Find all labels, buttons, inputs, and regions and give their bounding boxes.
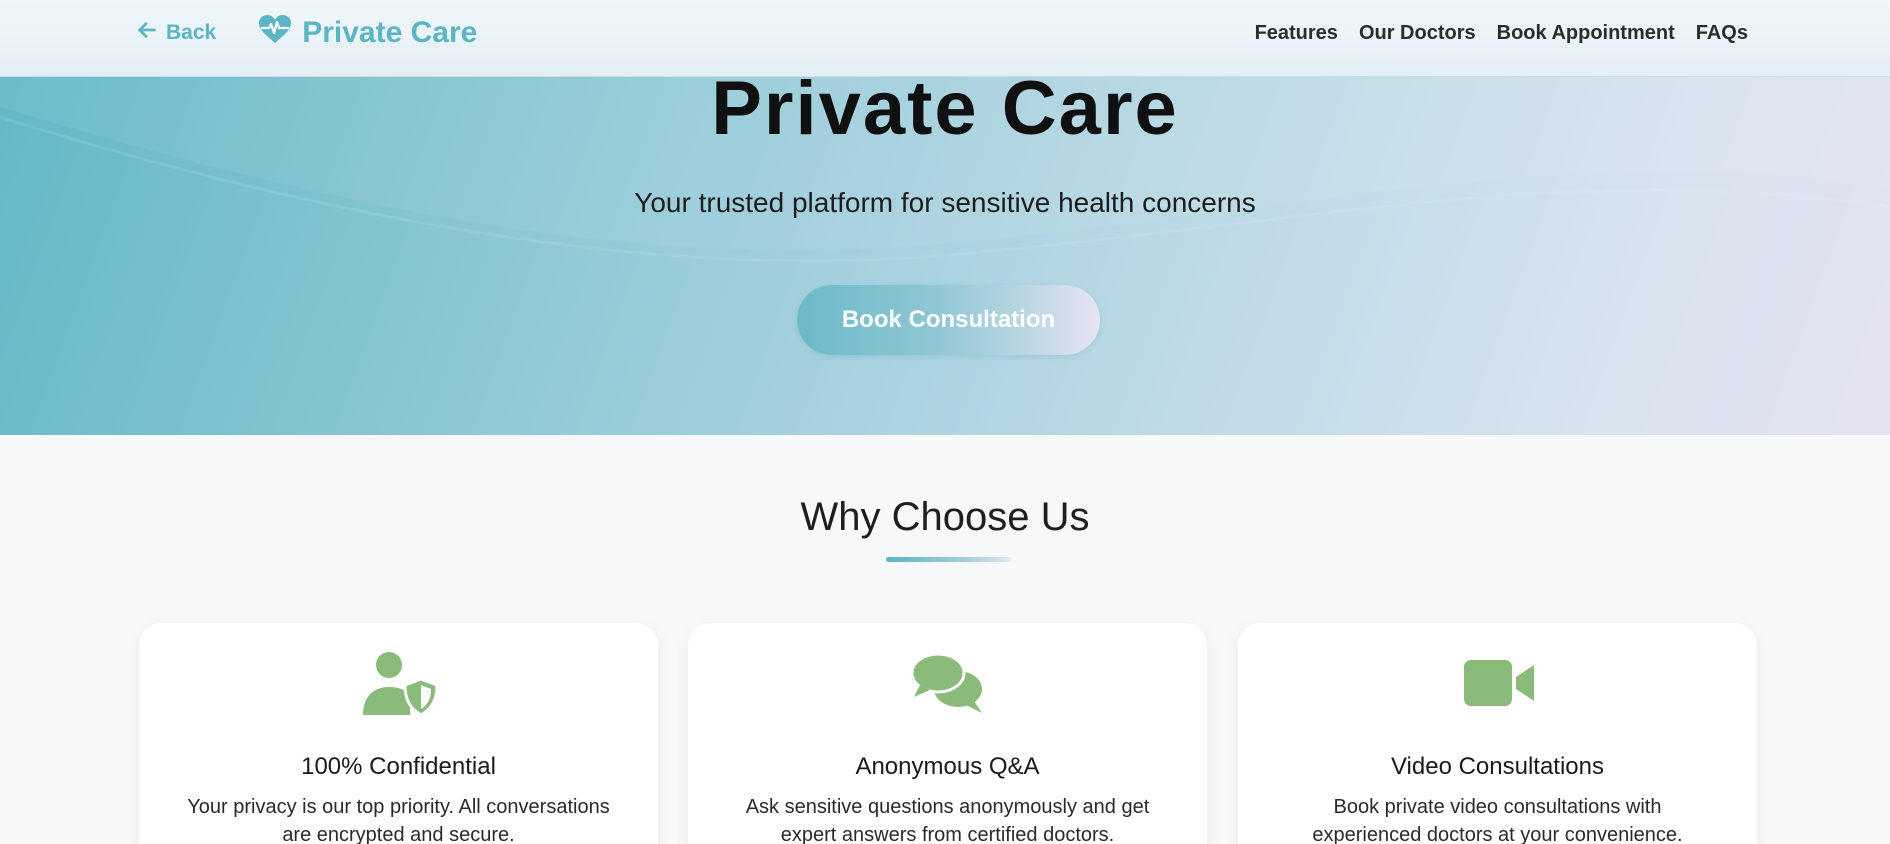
feature-title: Anonymous Q&A (855, 753, 1040, 780)
feature-title: 100% Confidential (301, 753, 496, 780)
hero-section: Private Care Your trusted platform for s… (0, 77, 1890, 435)
feature-card-confidential: 100% Confidential Your privacy is our to… (139, 623, 658, 844)
section-title-underline (886, 557, 1011, 562)
nav-link-features[interactable]: Features (1255, 22, 1338, 45)
back-link[interactable]: Back (136, 19, 216, 47)
hero-subtitle: Your trusted platform for sensitive heal… (634, 187, 1256, 218)
brand-logo[interactable]: Private Care (258, 14, 477, 52)
back-label: Back (166, 21, 217, 44)
feature-description: Ask sensitive questions anonymously and … (745, 796, 1150, 844)
section-title: Why Choose Us (800, 495, 1090, 539)
feature-card-anonymous-qa: Anonymous Q&A Ask sensitive questions an… (688, 623, 1207, 844)
nav-link-faqs[interactable]: FAQs (1696, 22, 1748, 45)
arrow-left-icon (136, 19, 158, 47)
comments-icon (908, 651, 988, 720)
feature-card-video: Video Consultations Book private video c… (1238, 623, 1757, 844)
nav-link-our-doctors[interactable]: Our Doctors (1359, 22, 1476, 45)
user-shield-icon (359, 651, 439, 720)
video-icon (1458, 651, 1538, 720)
hero-title: Private Care (711, 77, 1179, 151)
brand-name: Private Care (302, 16, 478, 49)
feature-title: Video Consultations (1390, 753, 1605, 780)
book-consultation-button[interactable]: Book Consultation (797, 285, 1100, 355)
main-nav: Features Our Doctors Book Appointment FA… (1255, 0, 1748, 66)
top-navbar: Back Private Care Features Our Doctors B… (0, 0, 1890, 77)
nav-link-book-appointment[interactable]: Book Appointment (1497, 22, 1675, 45)
heart-pulse-icon (258, 14, 292, 52)
feature-description: Book private video consultations with ex… (1312, 796, 1683, 844)
nav-left: Back Private Care (136, 0, 477, 66)
feature-description: Your privacy is our top priority. All co… (187, 796, 610, 844)
